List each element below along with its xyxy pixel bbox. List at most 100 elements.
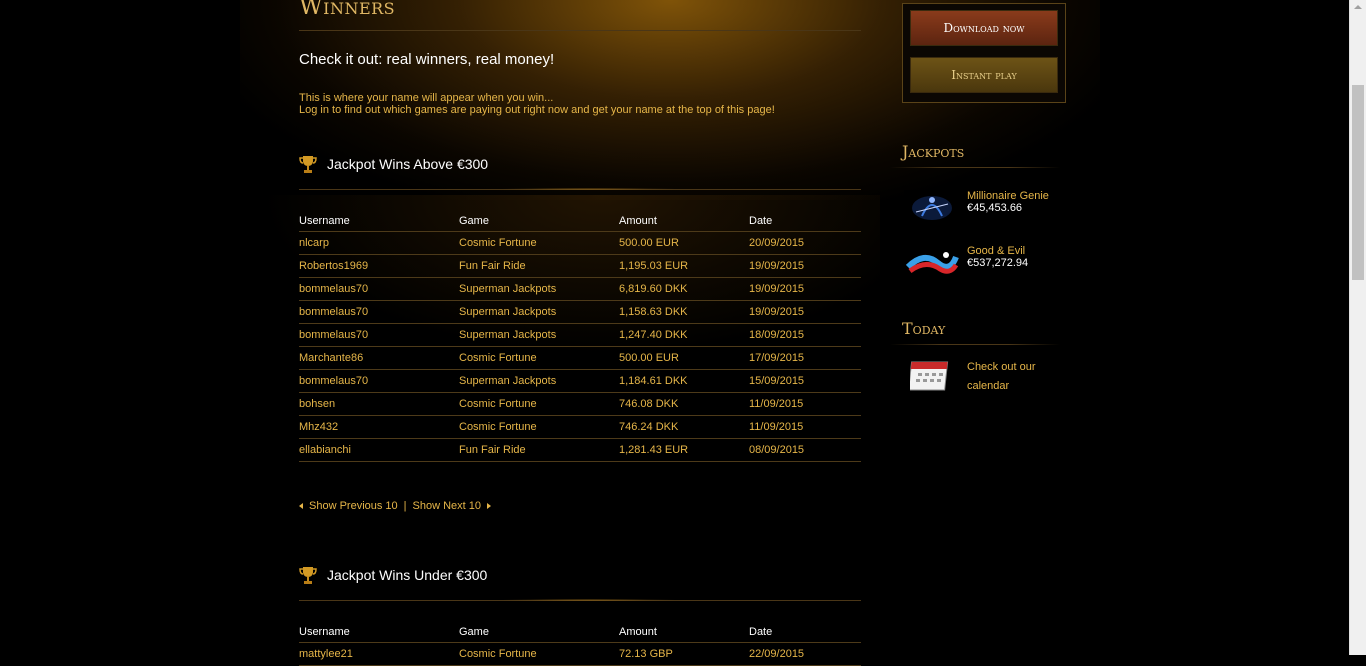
intro-line-2: Log in to find out which games are payin…	[299, 104, 775, 116]
column-header-date: Date	[749, 616, 861, 643]
show-previous-link[interactable]: Show Previous 10	[309, 500, 398, 512]
millionaire-genie-thumbnail[interactable]	[904, 190, 960, 226]
cell-game: Fun Fair Ride	[459, 438, 619, 462]
trophy-icon	[299, 156, 317, 173]
chevron-right-icon[interactable]	[487, 503, 492, 510]
column-header-amount: Amount	[619, 616, 749, 643]
cell-amount: 1,195.03 EUR	[619, 254, 749, 278]
cell-username: mattylee21	[299, 642, 459, 666]
cell-date: 17/09/2015	[749, 346, 861, 370]
page-scrollbar[interactable]	[1349, 0, 1366, 655]
cell-game: Cosmic Fortune	[459, 346, 619, 370]
cell-amount: 500.00 EUR	[619, 346, 749, 370]
cell-username: ellabianchi	[299, 438, 459, 462]
cell-amount: 1,158.63 DKK	[619, 300, 749, 324]
jackpot-item[interactable]: Millionaire Genie €45,453.66	[904, 190, 1064, 230]
cell-game: Superman Jackpots	[459, 323, 619, 347]
tagline: Check it out: real winners, real money!	[299, 51, 555, 68]
scroll-up-arrow-icon[interactable]	[1354, 5, 1362, 9]
today-heading: Today	[902, 319, 946, 338]
cell-username: bommelaus70	[299, 323, 459, 347]
table-row: nlcarp Cosmic Fortune 500.00 EUR 20/09/2015	[299, 231, 861, 255]
cell-game: Cosmic Fortune	[459, 415, 619, 439]
today-divider	[890, 344, 1060, 345]
cell-username: bohsen	[299, 392, 459, 416]
table-header-row: Username Game Amount Date	[299, 616, 861, 643]
cell-amount: 72.13 GBP	[619, 642, 749, 666]
cell-date: 22/09/2015	[749, 642, 861, 666]
cell-username: nlcarp	[299, 231, 459, 255]
column-header-date: Date	[749, 205, 861, 232]
trophy-icon	[299, 567, 317, 584]
cell-game: Superman Jackpots	[459, 369, 619, 393]
cell-date: 20/09/2015	[749, 231, 861, 255]
column-header-username: Username	[299, 205, 459, 232]
cell-game: Cosmic Fortune	[459, 642, 619, 666]
table-row: Mhz432 Cosmic Fortune 746.24 DKK 11/09/2015	[299, 415, 861, 439]
cell-date: 15/09/2015	[749, 369, 861, 393]
cell-date: 08/09/2015	[749, 438, 861, 462]
jackpot-item[interactable]: Good & Evil €537,272.94	[904, 245, 1064, 285]
instant-play-button[interactable]: Instant play	[910, 57, 1058, 93]
column-header-username: Username	[299, 616, 459, 643]
cell-date: 19/09/2015	[749, 300, 861, 324]
wins-under-table: Username Game Amount Date mattylee21 Cosm…	[299, 616, 861, 666]
section-title: Jackpot Wins Above €300	[327, 156, 489, 172]
cell-date: 11/09/2015	[749, 415, 861, 439]
cell-amount: 1,184.61 DKK	[619, 369, 749, 393]
cell-game: Cosmic Fortune	[459, 392, 619, 416]
table-row: bohsen Cosmic Fortune 746.08 DKK 11/09/2015	[299, 392, 861, 416]
cell-amount: 500.00 EUR	[619, 231, 749, 255]
table-row: bommelaus70 Superman Jackpots 6,819.60 DKK…	[299, 277, 861, 301]
good-and-evil-thumbnail[interactable]	[904, 245, 960, 281]
pager-separator: |	[403, 500, 407, 513]
cell-username: bommelaus70	[299, 300, 459, 324]
scrollbar-thumb[interactable]	[1352, 85, 1364, 280]
action-buttons-panel: Download now Instant play	[902, 3, 1066, 103]
section-title: Jackpot Wins Under €300	[327, 567, 488, 583]
jackpot-name[interactable]: Millionaire Genie	[967, 190, 1049, 202]
show-next-link[interactable]: Show Next 10	[413, 500, 481, 512]
cell-game: Superman Jackpots	[459, 277, 619, 301]
table-header-row: Username Game Amount Date	[299, 205, 861, 232]
cell-username: bommelaus70	[299, 369, 459, 393]
cell-amount: 746.08 DKK	[619, 392, 749, 416]
cell-username: Marchante86	[299, 346, 459, 370]
page-title: Winners	[299, 0, 396, 20]
jackpot-value: €45,453.66	[967, 202, 1023, 214]
cell-game: Cosmic Fortune	[459, 231, 619, 255]
intro-text: This is where your name will appear when…	[299, 92, 775, 116]
cell-game: Fun Fair Ride	[459, 254, 619, 278]
intro-line-1: This is where your name will appear when…	[299, 92, 554, 104]
download-now-button[interactable]: Download now	[910, 10, 1058, 46]
table-row: bommelaus70 Superman Jackpots 1,184.61 DKK…	[299, 369, 861, 393]
title-divider	[299, 30, 861, 31]
section-divider	[299, 188, 861, 190]
cell-game: Superman Jackpots	[459, 300, 619, 324]
table-row: Marchante86 Cosmic Fortune 500.00 EUR 17/09…	[299, 346, 861, 370]
cell-date: 18/09/2015	[749, 323, 861, 347]
chevron-left-icon[interactable]	[299, 503, 303, 510]
cell-amount: 746.24 DKK	[619, 415, 749, 439]
calendar-link[interactable]: Check out our calendar	[967, 358, 1057, 396]
wins-above-table: Username Game Amount Date nlcarp Cosmic F…	[299, 205, 861, 462]
column-header-game: Game	[459, 205, 619, 232]
table-row: ellabianchi Fun Fair Ride 1,281.43 EUR 08/0…	[299, 438, 861, 462]
jackpots-heading: Jackpots	[902, 142, 965, 161]
section-divider	[299, 599, 861, 601]
table-row: bommelaus70 Superman Jackpots 1,158.63 DKK…	[299, 300, 861, 324]
calendar-icon[interactable]	[910, 358, 952, 392]
pagination: Show Previous 10 | Show Next 10	[299, 500, 492, 513]
table-row: bommelaus70 Superman Jackpots 1,247.40 DKK…	[299, 323, 861, 347]
table-row: Robertos1969 Fun Fair Ride 1,195.03 EUR 19/…	[299, 254, 861, 278]
column-header-amount: Amount	[619, 205, 749, 232]
jackpots-divider	[890, 167, 1060, 168]
cell-username: Robertos1969	[299, 254, 459, 278]
cell-amount: 1,247.40 DKK	[619, 323, 749, 347]
cell-amount: 6,819.60 DKK	[619, 277, 749, 301]
jackpot-name[interactable]: Good & Evil	[967, 245, 1025, 257]
cell-date: 19/09/2015	[749, 277, 861, 301]
cell-username: Mhz432	[299, 415, 459, 439]
cell-username: bommelaus70	[299, 277, 459, 301]
cell-date: 19/09/2015	[749, 254, 861, 278]
